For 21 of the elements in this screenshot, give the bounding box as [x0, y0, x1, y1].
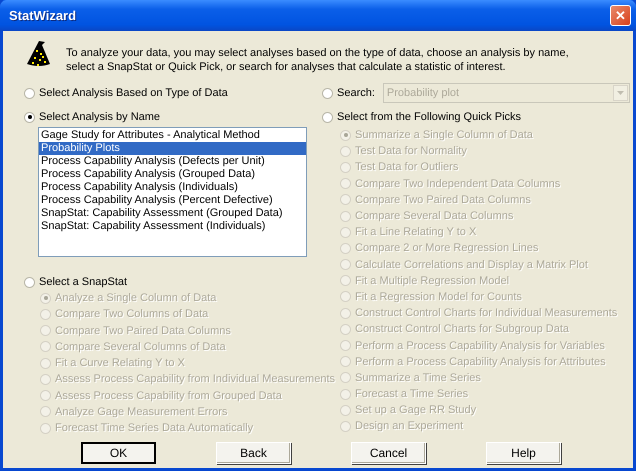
dialog-button[interactable]: OK	[81, 442, 156, 464]
dialog-button[interactable]: Back	[216, 442, 291, 464]
list-item[interactable]: Process Capability Analysis (Grouped Data)	[39, 168, 306, 181]
list-item[interactable]: Probability Plots	[39, 142, 306, 155]
dialog-button[interactable]: Cancel	[351, 442, 426, 464]
list-item[interactable]: SnapStat: Capability Assessment (Individuals)	[39, 220, 306, 233]
list-item[interactable]: Process Capability Analysis (Percent Defective)	[39, 194, 306, 207]
radio-button[interactable]	[24, 88, 35, 98]
radio-button[interactable]	[24, 112, 35, 122]
search-label: Search:	[337, 87, 375, 99]
radio-label[interactable]: Select Analysis by Name	[39, 111, 160, 123]
list-item[interactable]: SnapStat: Capability Assessment (Grouped Data)	[39, 207, 306, 220]
dialog-button[interactable]: Help	[486, 442, 561, 464]
analysis-list[interactable]	[38, 127, 307, 257]
radio-label[interactable]: Select Analysis Based on Type of Data	[39, 87, 228, 99]
intro-text: To analyze your data, you may select analyses based on the type of data, choose an analysis by name, select a SnapStat or Quick Pick, or search for analyses that calculate a statistic of interest.	[66, 46, 570, 74]
list-item[interactable]: Process Capability Analysis (Defects per Unit)	[39, 155, 306, 168]
list-item[interactable]: Gage Study for Attributes - Analytical Method	[39, 129, 306, 142]
window-title: StatWizard	[9, 8, 76, 23]
close-button[interactable]: ✕	[610, 5, 631, 26]
list-item[interactable]: Process Capability Analysis (Individuals)	[39, 181, 306, 194]
